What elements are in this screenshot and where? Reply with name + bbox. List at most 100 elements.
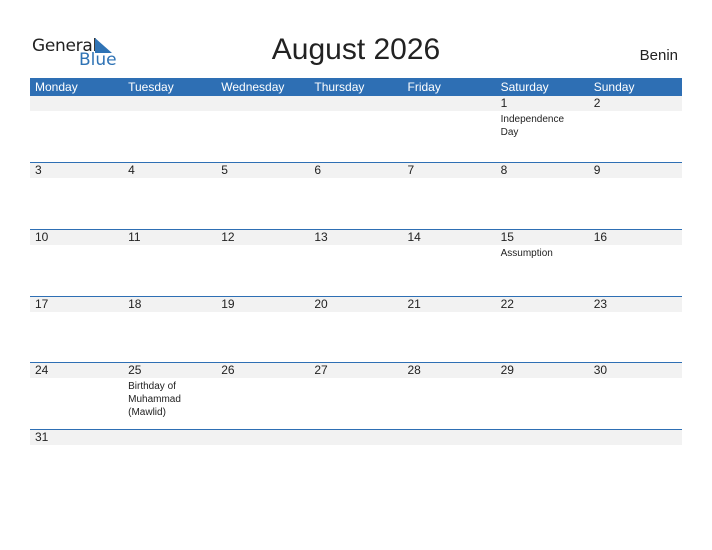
day-number: 24 xyxy=(30,362,124,378)
day-number: 13 xyxy=(309,229,403,245)
week-row: 24 25 Birthday of Muhammad (Mawlid) 26 27 28 2… xyxy=(30,361,682,430)
day-cell xyxy=(402,96,496,163)
day-number: 11 xyxy=(123,229,217,245)
week-row: 10 11 12 13 14 15 Assumption 16 xyxy=(30,228,682,297)
week-row: 17 18 19 20 21 22 23 xyxy=(30,295,682,363)
weekday-saturday: Saturday xyxy=(500,80,549,94)
day-cell: 9 xyxy=(588,162,682,230)
day-cell: 29 xyxy=(495,362,589,430)
day-cell: 18 xyxy=(123,296,217,363)
day-number: 20 xyxy=(309,296,403,312)
day-cell: 6 xyxy=(309,162,403,230)
day-cell xyxy=(123,96,217,163)
day-cell: 27 xyxy=(309,362,403,430)
weekday-friday: Friday xyxy=(407,80,441,94)
day-number: 10 xyxy=(30,229,124,245)
day-number: 27 xyxy=(309,362,403,378)
weekday-wednesday: Wednesday xyxy=(221,80,285,94)
day-number: 8 xyxy=(495,162,589,178)
day-cell xyxy=(309,429,403,480)
day-cell xyxy=(495,429,589,480)
weekday-sunday: Sunday xyxy=(593,80,635,94)
day-number: 2 xyxy=(588,96,682,111)
day-number: 4 xyxy=(123,162,217,178)
day-cell: 15 Assumption xyxy=(495,229,589,297)
day-cell xyxy=(588,429,682,480)
day-number: 7 xyxy=(402,162,496,178)
day-number xyxy=(216,96,310,111)
day-number: 1 xyxy=(495,96,589,111)
day-number: 28 xyxy=(402,362,496,378)
weekday-header: Monday Tuesday Wednesday Thursday Friday… xyxy=(30,78,682,96)
day-number: 6 xyxy=(309,162,403,178)
day-cell: 3 xyxy=(30,162,124,230)
day-cell: 4 xyxy=(123,162,217,230)
day-number xyxy=(495,429,589,445)
weekday-monday: Monday xyxy=(35,80,78,94)
day-number xyxy=(123,96,217,111)
holiday-label: Independence Day xyxy=(500,114,565,138)
day-cell: 26 xyxy=(216,362,310,430)
day-cell: 25 Birthday of Muhammad (Mawlid) xyxy=(123,362,217,430)
holiday-label: Assumption xyxy=(500,247,553,259)
day-cell: 31 xyxy=(30,429,124,480)
day-cell: 20 xyxy=(309,296,403,363)
day-number xyxy=(309,96,403,111)
day-number: 25 xyxy=(123,362,217,378)
day-cell: 28 xyxy=(402,362,496,430)
holiday-label: Birthday of Muhammad (Mawlid) xyxy=(128,380,181,418)
day-number xyxy=(309,429,403,445)
day-number xyxy=(123,429,217,445)
day-cell: 19 xyxy=(216,296,310,363)
calendar-title: August 2026 xyxy=(271,33,441,66)
day-number: 18 xyxy=(123,296,217,312)
day-number: 29 xyxy=(495,362,589,378)
day-cell xyxy=(123,429,217,480)
day-number: 21 xyxy=(402,296,496,312)
day-cell: 14 xyxy=(402,229,496,297)
day-number: 5 xyxy=(216,162,310,178)
day-cell xyxy=(216,429,310,480)
day-number xyxy=(402,429,496,445)
week-row: 31 xyxy=(30,428,682,480)
day-cell: 22 xyxy=(495,296,589,363)
day-cell: 10 xyxy=(30,229,124,297)
weekday-tuesday: Tuesday xyxy=(128,80,174,94)
day-number xyxy=(402,96,496,111)
day-number: 19 xyxy=(216,296,310,312)
day-cell: 11 xyxy=(123,229,217,297)
week-row: 1 Independence Day 2 xyxy=(30,96,682,163)
weekday-thursday: Thursday xyxy=(314,80,365,94)
day-cell: 7 xyxy=(402,162,496,230)
day-number: 31 xyxy=(30,429,124,445)
day-number xyxy=(588,429,682,445)
day-cell: 23 xyxy=(588,296,682,363)
day-cell xyxy=(402,429,496,480)
country-label: Benin xyxy=(639,47,678,64)
day-number: 17 xyxy=(30,296,124,312)
day-number: 15 xyxy=(495,229,589,245)
week-row: 3456789 xyxy=(30,161,682,230)
day-cell: 2 xyxy=(588,96,682,163)
day-cell: 13 xyxy=(309,229,403,297)
day-number: 23 xyxy=(588,296,682,312)
day-number: 30 xyxy=(588,362,682,378)
day-number: 3 xyxy=(30,162,124,178)
day-number: 14 xyxy=(402,229,496,245)
day-cell xyxy=(309,96,403,163)
day-number: 22 xyxy=(495,296,589,312)
day-cell: 17 xyxy=(30,296,124,363)
day-cell: 8 xyxy=(495,162,589,230)
day-cell xyxy=(216,96,310,163)
day-number xyxy=(30,96,124,111)
day-cell: 24 xyxy=(30,362,124,430)
day-cell: 30 xyxy=(588,362,682,430)
day-number xyxy=(216,429,310,445)
day-number: 26 xyxy=(216,362,310,378)
day-cell: 12 xyxy=(216,229,310,297)
day-cell: 1 Independence Day xyxy=(495,96,589,163)
day-number: 12 xyxy=(216,229,310,245)
day-number: 9 xyxy=(588,162,682,178)
day-cell xyxy=(30,96,124,163)
day-number: 16 xyxy=(588,229,682,245)
